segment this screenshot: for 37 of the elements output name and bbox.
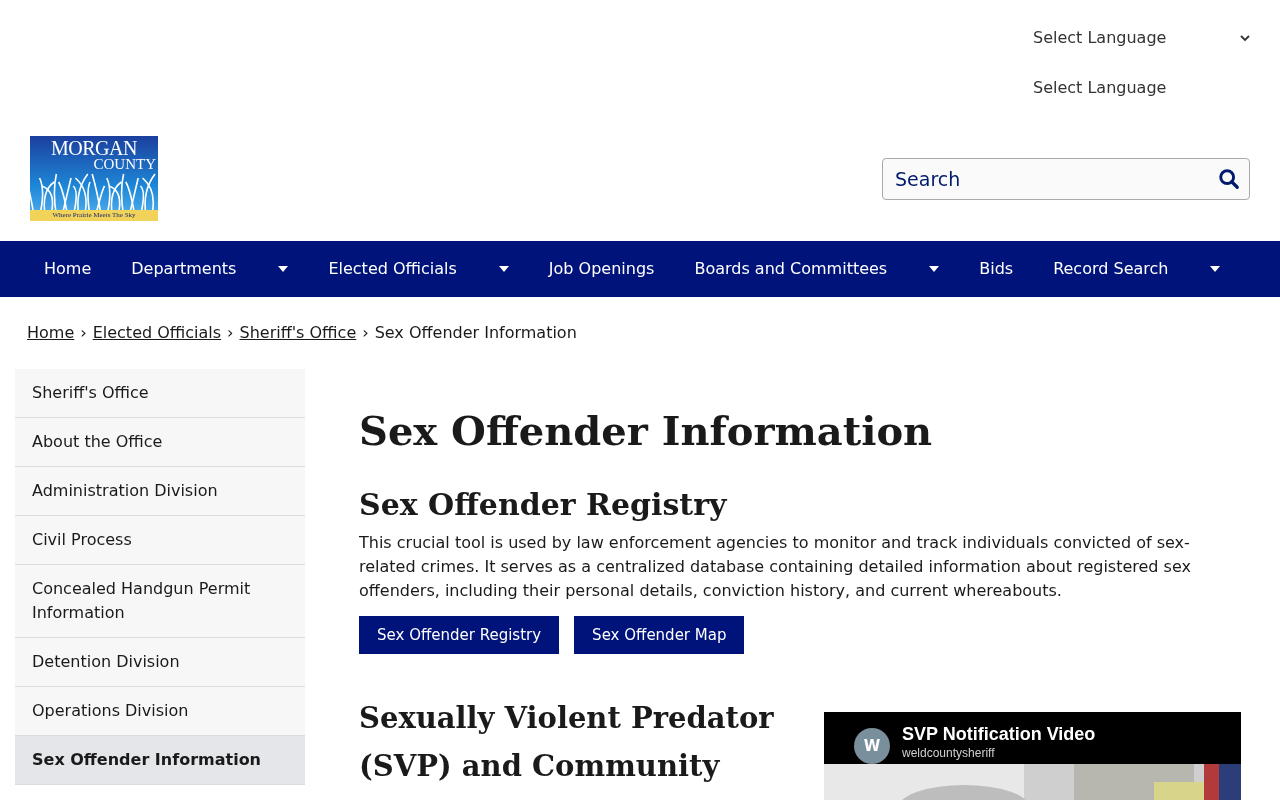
logo-subtitle: COUNTY [93, 156, 156, 172]
sidebar-item[interactable]: Operations Division [15, 687, 305, 736]
video-title[interactable]: SVP Notification Video [902, 723, 1096, 745]
nav-item[interactable]: Record Search [1033, 241, 1241, 297]
link-button[interactable]: Sex Offender Map [574, 616, 745, 654]
page-title: Sex Offender Information [359, 407, 934, 455]
breadcrumb-link[interactable]: Elected Officials [92, 321, 222, 345]
link-button[interactable]: Sex Offender Registry [359, 616, 560, 654]
sidebar-item[interactable]: Concealed Handgun Permit Information [15, 565, 305, 638]
section-heading: Sex Offender Registry [359, 486, 729, 524]
nav-item[interactable]: Bids [959, 241, 1034, 297]
nav-item[interactable]: Departments [111, 241, 309, 297]
breadcrumb-separator: › [227, 322, 234, 344]
nav-item[interactable]: Boards and Committees [674, 241, 960, 297]
section-text: This crucial tool is used by law enforcement agencies to monitor and track individuals convicted of sex-related crimes. It serves as a centralized database containing detailed information about registered sex offenders, including their personal details, conviction history, and current whereabouts. [359, 532, 1192, 602]
language-dropdown[interactable]: Select Language [1033, 26, 1250, 50]
sidebar-item[interactable]: Detention Division [15, 638, 305, 687]
language-label: Select Language [1033, 77, 1168, 99]
search-field[interactable]: Search [882, 158, 1250, 200]
sidebar-item[interactable]: Civil Process [15, 516, 305, 565]
channel-name[interactable]: weldcountysheriff [902, 746, 995, 760]
breadcrumb-current: Sex Offender Information [374, 322, 577, 344]
sidebar-item[interactable]: About the Office [15, 418, 305, 467]
section-heading: Sexually Violent Predator (SVP) and Community [359, 700, 775, 785]
nav-item[interactable]: Elected Officials [308, 241, 529, 297]
sidebar-item[interactable]: Sheriff's Office [15, 369, 305, 418]
breadcrumb-link[interactable]: Home [27, 321, 75, 345]
sidebar-item[interactable]: Sex Offender Information [15, 736, 305, 785]
breadcrumb-link[interactable]: Sheriff's Office [239, 321, 357, 345]
chevron-down-icon [1240, 34, 1250, 42]
search-icon[interactable] [1218, 168, 1240, 190]
sidebar-item[interactable]: Administration Division [15, 467, 305, 516]
breadcrumb-separator: › [80, 322, 87, 344]
nav-item[interactable]: Job Openings [528, 241, 675, 297]
breadcrumb-separator: › [362, 322, 369, 344]
nav-item[interactable]: Home [24, 241, 112, 297]
logo-title: MORGAN [50, 137, 138, 159]
